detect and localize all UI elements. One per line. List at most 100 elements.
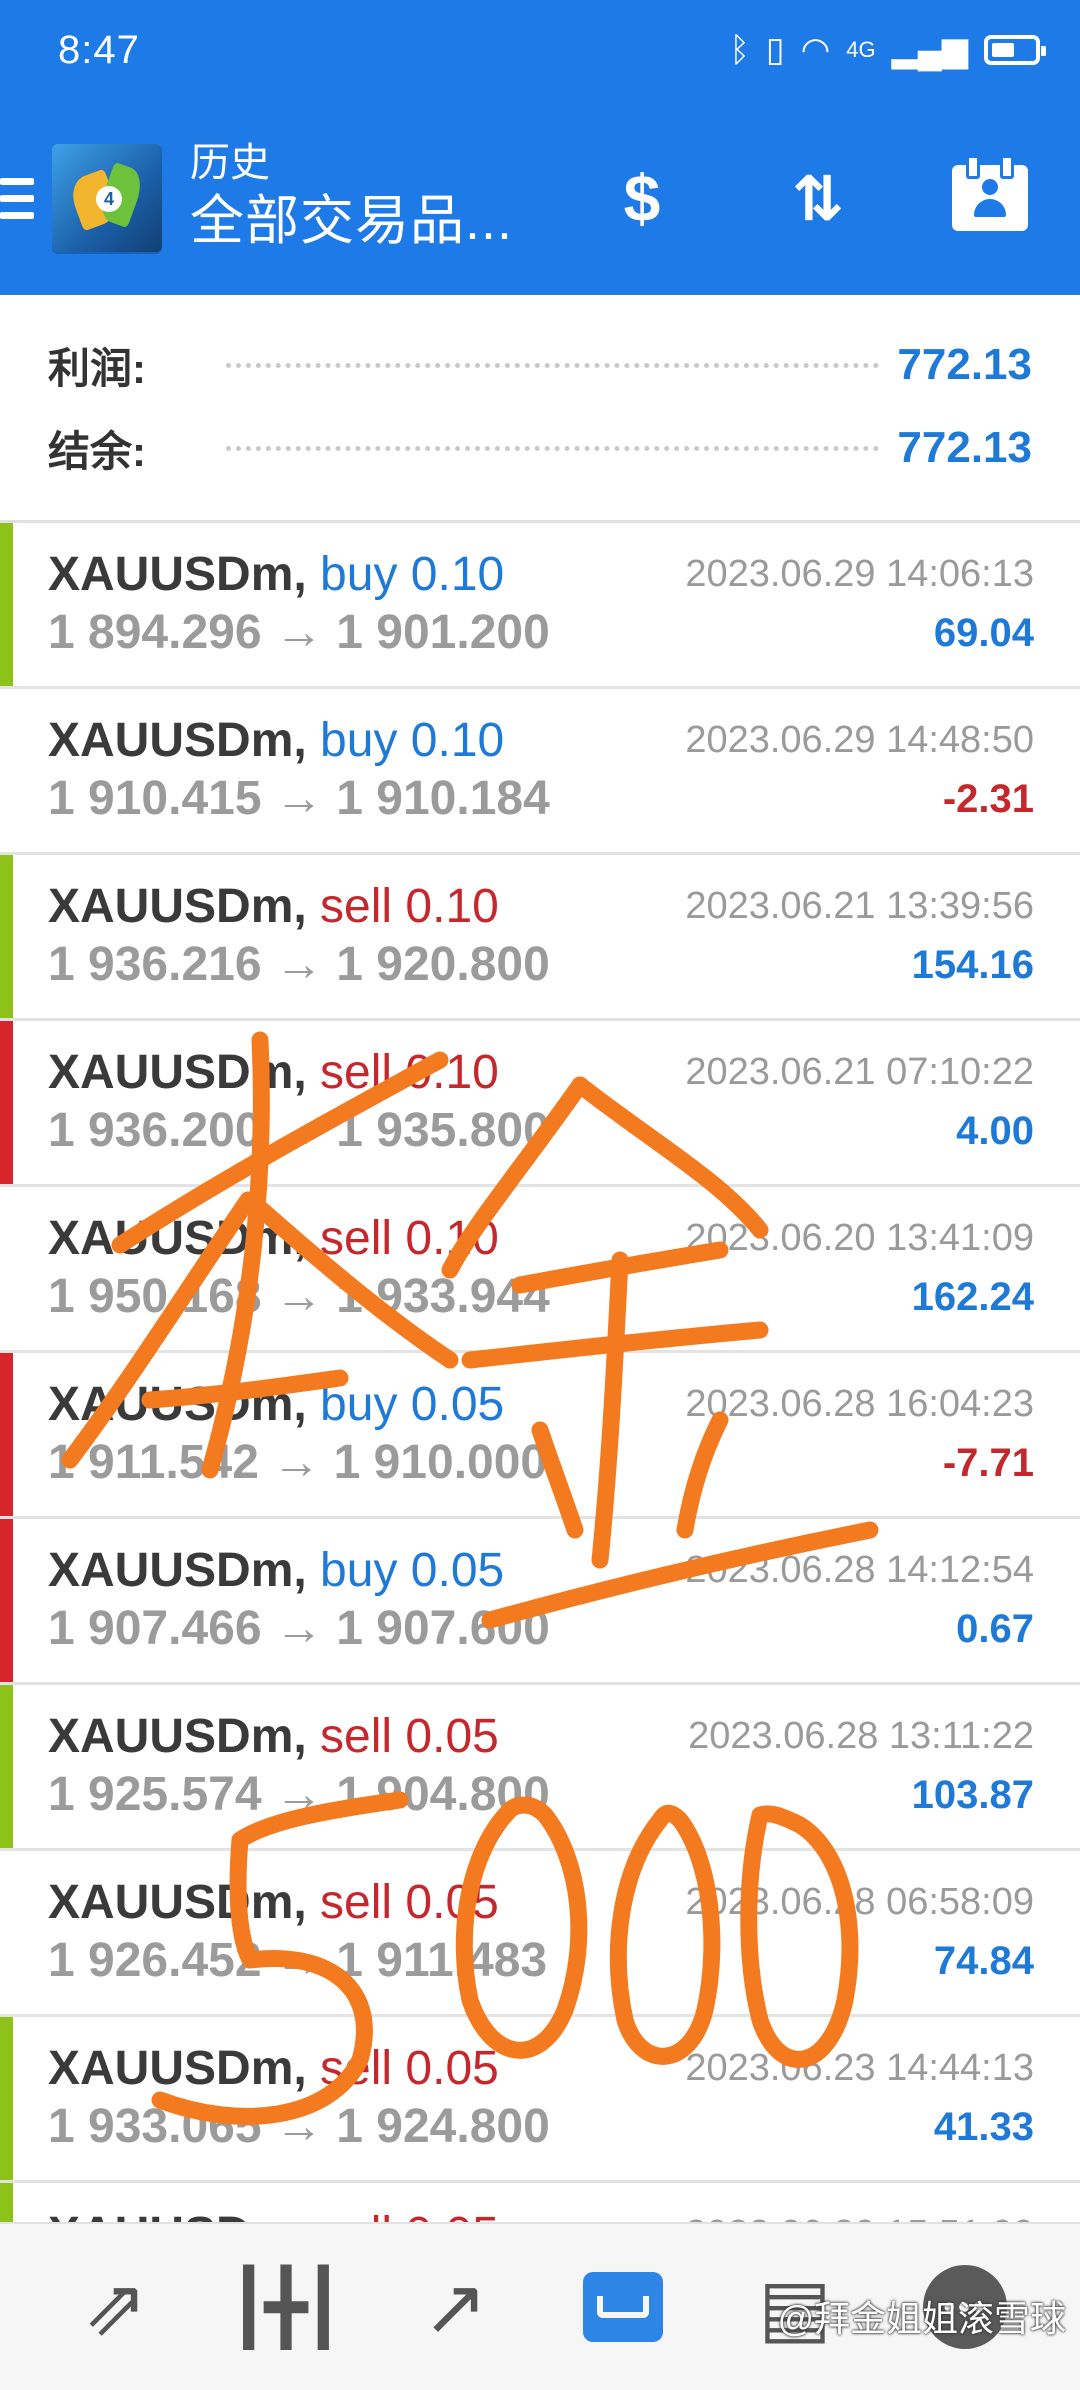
vibrate-icon: ▯ [765, 31, 785, 69]
trade-row[interactable]: XAUUSDm, sell 0.10 1 936.216 → 1 920.800… [0, 855, 1080, 1021]
trade-side: buy 0.10 [320, 548, 505, 601]
status-bar-strip [0, 1851, 13, 2014]
trade-row[interactable]: XAUUSDm, sell 0.10 1 936.200 → 1 935.800… [0, 1021, 1080, 1187]
balance-label: 结余: [48, 427, 146, 475]
trade-profit: -7.71 [942, 1441, 1034, 1485]
logo-number: 4 [96, 186, 122, 212]
sort-icon[interactable]: ⇅ [768, 148, 868, 248]
trade-profit: 103.87 [911, 1773, 1034, 1817]
trade-symbol: XAUUSDm, sell 0.05 [48, 1876, 499, 1929]
page-title: 历史 [190, 141, 270, 185]
trade-symbol: XAUUSDm, buy 0.05 [48, 1544, 505, 1597]
clock: 8:47 [58, 28, 140, 72]
trade-prices: 1 911.542 → 1 910.000 [48, 1436, 548, 1489]
trade-prices: 1 926.452 → 1 911.483 [48, 1934, 548, 1987]
trade-symbol: XAUUSDm, sell 0.10 [48, 880, 499, 933]
trade-prices: 1 936.200 → 1 935.800 [48, 1104, 550, 1157]
summary-panel: 利润: 772.13 结余: 772.13 [0, 295, 1080, 523]
trade-profit: 154.16 [911, 943, 1034, 987]
trade-side: buy 0.10 [320, 714, 505, 767]
trade-symbol: XAUUSDm, sell 0.05 [48, 1710, 499, 1763]
trade-profit: -2.31 [942, 777, 1034, 821]
deposit-dollar-icon[interactable]: $ [592, 148, 692, 248]
app-logo: 4 [52, 144, 162, 252]
trade-row[interactable]: XAUUSDm, sell 0.05 1 926.452 → 1 911.483… [0, 1851, 1080, 2017]
trade-row[interactable]: XAUUSDm, sell 0.05 1 925.574 → 1 904.800… [0, 1685, 1080, 1851]
trade-prices: 1 936.216 → 1 920.800 [48, 938, 550, 991]
trade-icon[interactable]: ⇗ [40, 2224, 190, 2390]
trade-time: 2023.06.28 16:04:23 [685, 1383, 1034, 1425]
trade-history-list: XAUUSDm, buy 0.10 1 894.296 → 1 901.200 … [0, 523, 1080, 2349]
signal-bars-icon: ▂▄▆ [891, 31, 968, 69]
trade-time: 2023.06.21 07:10:22 [685, 1051, 1034, 1093]
trade-time: 2023.06.28 14:12:54 [685, 1549, 1034, 1591]
trade-row[interactable]: XAUUSDm, sell 0.05 1 933.065 → 1 924.800… [0, 2017, 1080, 2183]
trade-symbol: XAUUSDm, sell 0.10 [48, 1212, 499, 1265]
trade-time: 2023.06.29 14:48:50 [685, 719, 1034, 761]
balance-value: 772.13 [897, 423, 1032, 472]
chart-icon[interactable]: ↗ [380, 2224, 530, 2390]
status-bar-strip [0, 1519, 13, 1682]
watermark: @拜金姐姐滚雪球 [777, 2298, 1066, 2339]
status-bar-strip [0, 1685, 13, 1848]
status-bar-strip [0, 2017, 13, 2180]
trade-time: 2023.06.23 14:44:13 [685, 2047, 1034, 2089]
history-icon[interactable] [548, 2224, 698, 2390]
quotes-icon[interactable]: ┃╋┃ [208, 2224, 358, 2390]
trade-symbol: XAUUSDm, sell 0.10 [48, 1046, 499, 1099]
trade-row[interactable]: XAUUSDm, buy 0.05 1 911.542 → 1 910.000 … [0, 1353, 1080, 1519]
trade-time: 2023.06.21 13:39:56 [685, 885, 1034, 927]
battery-icon [984, 35, 1046, 65]
status-bar: 8:47 ᛒ ▯ ◠ 4G ▂▄▆ [0, 0, 1080, 100]
trade-symbol: XAUUSDm, buy 0.10 [48, 548, 505, 601]
trade-prices: 1 950.168 → 1 933.944 [48, 1270, 550, 1323]
status-bar-strip [0, 1187, 13, 1350]
status-bar-strip [0, 1021, 13, 1184]
status-bar-strip [0, 855, 13, 1018]
trade-time: 2023.06.28 06:58:09 [685, 1881, 1034, 1923]
trade-profit: 162.24 [911, 1275, 1034, 1319]
status-bar-strip [0, 689, 13, 852]
trade-row[interactable]: XAUUSDm, buy 0.10 1 894.296 → 1 901.200 … [0, 523, 1080, 689]
profit-value: 772.13 [897, 340, 1032, 389]
trade-side: sell 0.10 [320, 1046, 499, 1099]
trade-prices: 1 910.415 → 1 910.184 [48, 772, 550, 825]
title-block[interactable]: 历史 全部交易品... [190, 138, 513, 254]
symbol-filter-title[interactable]: 全部交易品... [190, 188, 513, 254]
calendar-icon[interactable] [940, 148, 1040, 248]
bluetooth-icon: ᛒ [729, 31, 750, 69]
balance-row: 结余: 772.13 [48, 408, 1032, 488]
trade-time: 2023.06.20 13:41:09 [685, 1217, 1034, 1259]
trade-prices: 1 894.296 → 1 901.200 [48, 606, 550, 659]
trade-prices: 1 933.065 → 1 924.800 [48, 2100, 550, 2153]
trade-row[interactable]: XAUUSDm, sell 0.10 1 950.168 → 1 933.944… [0, 1187, 1080, 1353]
trade-prices: 1 907.466 → 1 907.600 [48, 1602, 550, 1655]
status-bar-strip [0, 523, 13, 686]
trade-symbol: XAUUSDm, buy 0.05 [48, 1378, 505, 1431]
app-bar: 4 历史 全部交易品... $ ⇅ [0, 100, 1080, 295]
dotted-leader [226, 362, 880, 368]
trade-time: 2023.06.28 13:11:22 [688, 1715, 1034, 1757]
profit-label: 利润: [48, 344, 146, 392]
trade-profit: 41.33 [933, 2105, 1034, 2149]
profit-row: 利润: 772.13 [48, 325, 1032, 405]
trade-side: sell 0.10 [320, 1212, 499, 1265]
trade-side: buy 0.05 [320, 1378, 505, 1431]
trade-symbol: XAUUSDm, sell 0.05 [48, 2042, 499, 2095]
trade-side: sell 0.05 [320, 1876, 499, 1929]
dotted-leader [226, 445, 880, 451]
4g-signal-icon: 4G [846, 37, 876, 62]
trade-side: sell 0.05 [320, 1710, 499, 1763]
menu-icon[interactable] [0, 178, 34, 222]
trade-time: 2023.06.29 14:06:13 [685, 553, 1034, 595]
trade-side: buy 0.05 [320, 1544, 505, 1597]
status-icons: ᛒ ▯ ◠ 4G ▂▄▆ [729, 30, 1046, 70]
trade-side: sell 0.10 [320, 880, 499, 933]
trade-row[interactable]: XAUUSDm, buy 0.05 1 907.466 → 1 907.600 … [0, 1519, 1080, 1685]
trade-row[interactable]: XAUUSDm, buy 0.10 1 910.415 → 1 910.184 … [0, 689, 1080, 855]
status-bar-strip [0, 1353, 13, 1516]
trade-profit: 4.00 [956, 1109, 1034, 1153]
trade-profit: 69.04 [933, 611, 1034, 655]
trade-side: sell 0.05 [320, 2042, 499, 2095]
trade-profit: 74.84 [933, 1939, 1034, 1983]
